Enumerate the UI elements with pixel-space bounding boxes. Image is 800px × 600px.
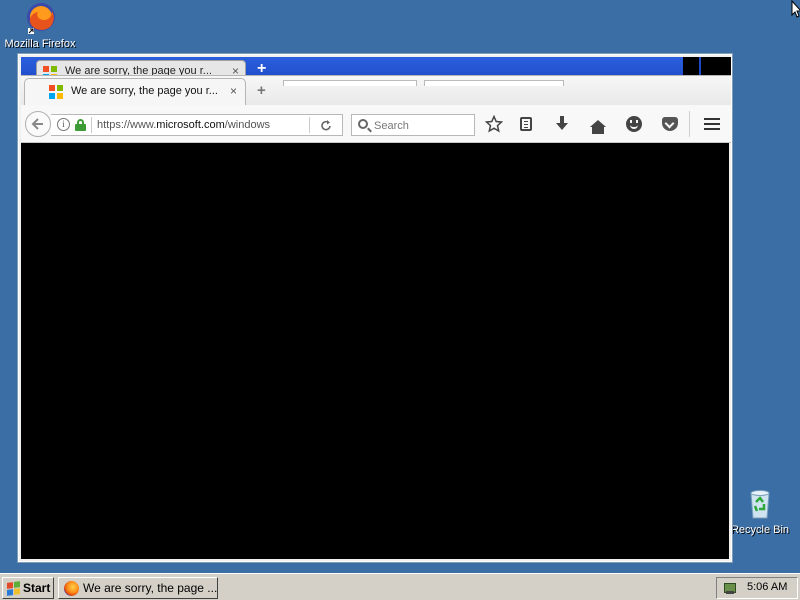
toolbar-divider [689,111,690,137]
url-text[interactable]: https://www.microsoft.com/windows [97,119,270,131]
search-input[interactable] [374,118,470,133]
reading-list-icon [520,117,532,131]
page-content[interactable] [21,144,729,559]
mouse-cursor-icon [791,0,800,21]
taskbar-button-label: We are sorry, the page ... [83,581,218,595]
tab-title: We are sorry, the page you r... [71,85,218,97]
downloads-button[interactable] [550,113,574,135]
desktop-icon-firefox[interactable]: Mozilla Firefox [2,2,78,50]
clock[interactable]: 5:06 AM [747,581,787,593]
feedback-button[interactable] [622,113,646,135]
url-domain: microsoft.com [156,119,225,131]
smiley-icon [626,116,642,132]
download-arrow-icon [556,116,568,130]
ghost-urlbar [283,80,417,86]
desktop-icon-label: Mozilla Firefox [4,38,76,50]
tab-close-button[interactable]: × [230,84,237,98]
divider [91,117,92,133]
hamburger-icon [704,118,720,130]
home-button[interactable] [586,113,610,135]
firefox-icon [64,581,79,596]
start-label: Start [23,581,51,595]
browser-frame: We are sorry, the page you r... × + We a… [21,57,731,559]
windows-logo-icon [7,581,20,596]
url-prefix: https://www. [97,119,157,131]
reading-list-button[interactable] [514,113,538,135]
home-icon [590,120,606,134]
browser-window[interactable]: We are sorry, the page you r... × + We a… [17,53,733,563]
star-icon [484,114,504,133]
new-tab-button[interactable]: + [257,82,266,99]
reload-button[interactable] [319,116,333,137]
info-icon[interactable]: i [57,118,70,131]
lock-icon[interactable] [75,119,86,131]
url-bar[interactable]: i https://www.microsoft.com/windows [51,114,343,136]
network-icon[interactable] [723,581,737,595]
tab-active[interactable]: We are sorry, the page you r... × [24,78,246,106]
ghost-searchbar [424,80,564,86]
taskbar-button-firefox[interactable]: We are sorry, the page ... [58,577,218,599]
desktop-icon-label: Recycle Bin [730,524,790,536]
search-bar[interactable] [351,114,475,136]
desktop-icon-recycle-bin[interactable]: Recycle Bin [722,488,798,536]
pocket-icon [662,117,678,131]
menu-button[interactable] [700,113,724,135]
search-icon [358,119,368,129]
microsoft-logo-icon [49,85,63,99]
taskbar: Start We are sorry, the page ... 5:06 AM [0,573,800,600]
bookmark-star-button[interactable] [482,113,506,135]
back-arrow-icon [31,118,43,130]
url-path: /windows [224,119,271,131]
back-button[interactable] [25,111,51,137]
firefox-icon [24,2,56,34]
start-button[interactable]: Start [2,577,54,599]
nav-toolbar: i https://www.microsoft.com/windows [21,105,731,143]
recycle-bin-icon [744,488,776,520]
divider [309,117,310,133]
pocket-button[interactable] [658,113,682,135]
system-tray: 5:06 AM [716,577,798,599]
reload-icon [321,120,331,131]
